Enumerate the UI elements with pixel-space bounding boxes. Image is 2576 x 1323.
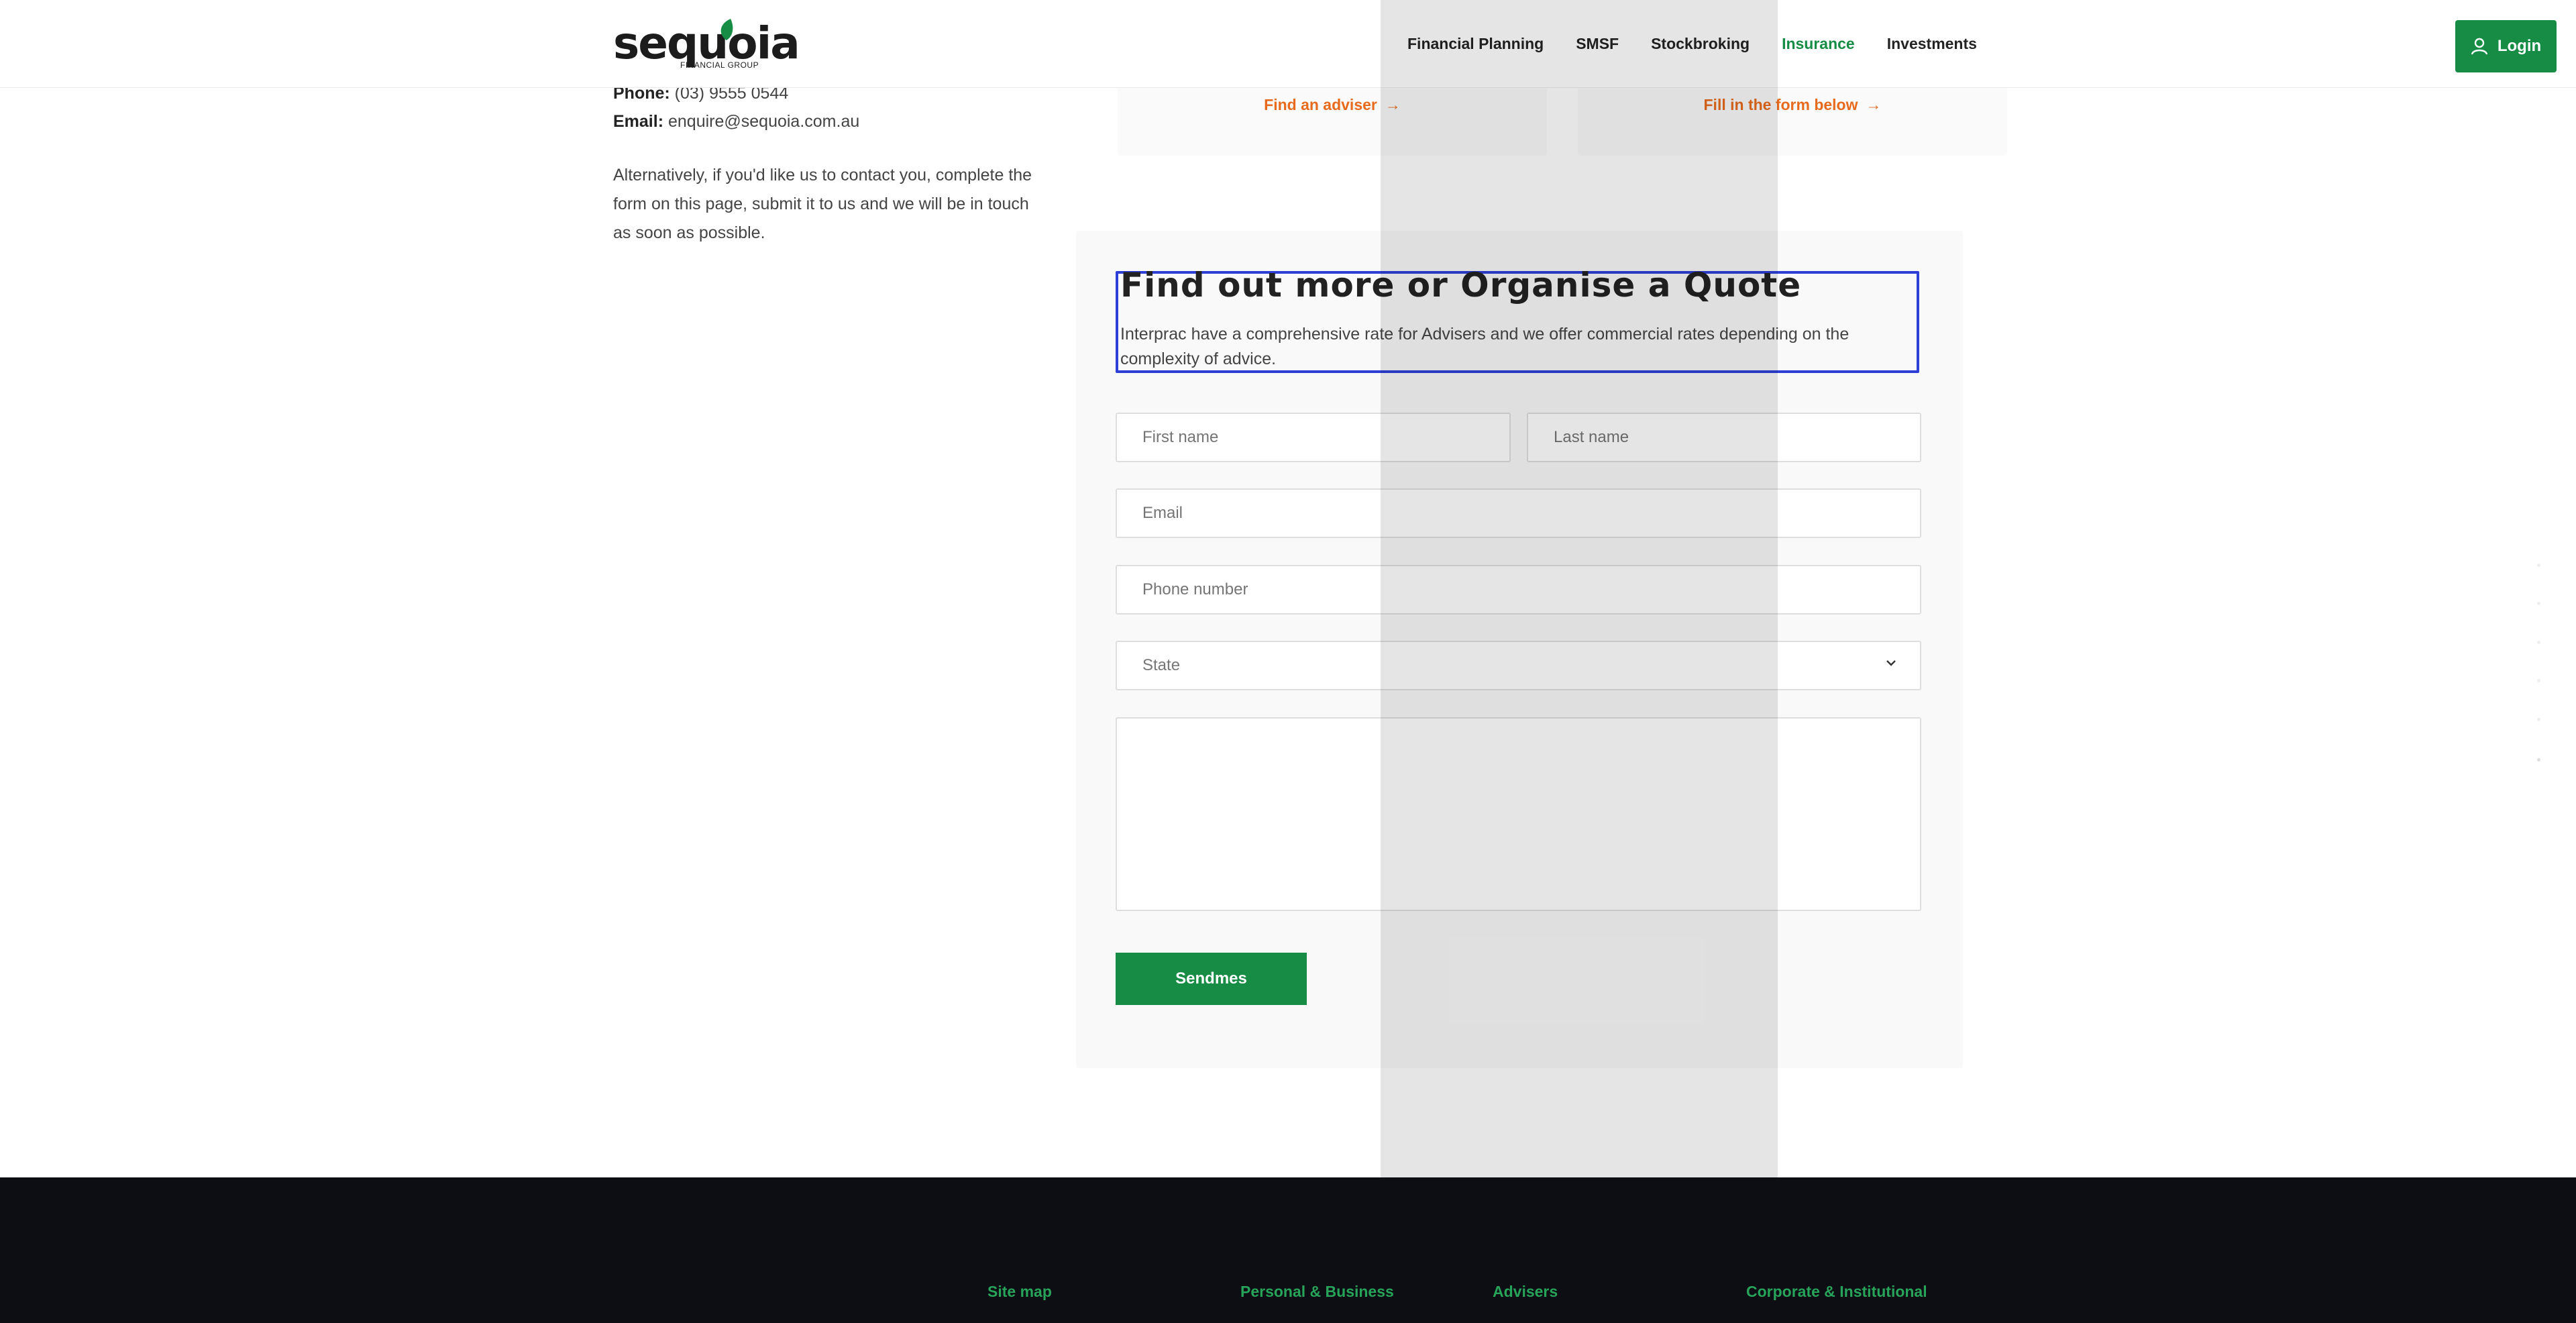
find-adviser-label: Find an adviser <box>1264 96 1377 113</box>
scroll-dot-active[interactable] <box>2537 758 2540 761</box>
arrow-right-icon: → <box>1385 96 1401 113</box>
footer-personal-business-heading[interactable]: Personal & Business <box>1240 1283 1394 1301</box>
send-button[interactable]: Sendmes <box>1116 953 1307 1005</box>
email-value[interactable]: enquire@sequoia.com.au <box>668 112 859 131</box>
find-adviser-link[interactable]: Find an adviser → <box>1118 96 1547 114</box>
site-footer <box>0 1177 2576 1323</box>
site-header: sequoia FINANCIAL GROUP Financial Planni… <box>0 0 2576 88</box>
login-label: Login <box>2497 37 2542 55</box>
form-title: Find out more or Organise a Quote <box>1120 266 1802 305</box>
user-icon <box>2471 38 2488 55</box>
logo-wordmark: sequoia <box>613 17 800 69</box>
scroll-dot[interactable] <box>2537 641 2540 644</box>
first-name-input[interactable] <box>1116 413 1511 462</box>
logo-subtext: FINANCIAL GROUP <box>680 60 759 70</box>
message-textarea[interactable] <box>1116 717 1921 911</box>
scroll-dot[interactable] <box>2537 564 2540 567</box>
main-nav: Financial Planning SMSF Stockbroking Ins… <box>1407 0 2009 87</box>
scroll-dot[interactable] <box>2537 679 2540 682</box>
footer-corporate-heading[interactable]: Corporate & Institutional <box>1746 1283 1927 1301</box>
phone-input[interactable] <box>1116 565 1921 615</box>
email-input[interactable] <box>1116 488 1921 538</box>
nav-stockbroking[interactable]: Stockbroking <box>1651 35 1750 53</box>
scroll-dot[interactable] <box>2537 602 2540 605</box>
login-button[interactable]: Login <box>2455 20 2557 72</box>
nav-smsf[interactable]: SMSF <box>1576 35 1619 53</box>
fill-form-link[interactable]: Fill in the form below → <box>1578 96 2007 114</box>
nav-financial-planning[interactable]: Financial Planning <box>1407 35 1544 53</box>
nav-investments[interactable]: Investments <box>1887 35 1977 53</box>
scroll-dot[interactable] <box>2537 718 2540 721</box>
footer-sitemap-heading[interactable]: Site map <box>987 1283 1052 1301</box>
state-select-value: State <box>1142 656 1181 674</box>
chevron-down-icon <box>1886 660 1896 666</box>
arrow-right-icon: → <box>1866 96 1882 113</box>
contact-paragraph: Alternatively, if you'd like us to conta… <box>613 166 1032 242</box>
state-select[interactable]: State <box>1116 641 1921 690</box>
fill-form-label: Fill in the form below <box>1703 96 1858 113</box>
last-name-input[interactable] <box>1527 413 1921 462</box>
form-description: Interprac have a comprehensive rate for … <box>1120 325 1849 368</box>
email-label: Email: <box>613 112 664 131</box>
footer-advisers-heading[interactable]: Advisers <box>1493 1283 1558 1301</box>
contact-details: Phone: (03) 9555 0544 Email: enquire@seq… <box>613 79 1042 248</box>
leaf-icon <box>720 19 733 40</box>
sequoia-logo[interactable]: sequoia FINANCIAL GROUP <box>613 16 800 72</box>
nav-insurance[interactable]: Insurance <box>1782 35 1855 53</box>
